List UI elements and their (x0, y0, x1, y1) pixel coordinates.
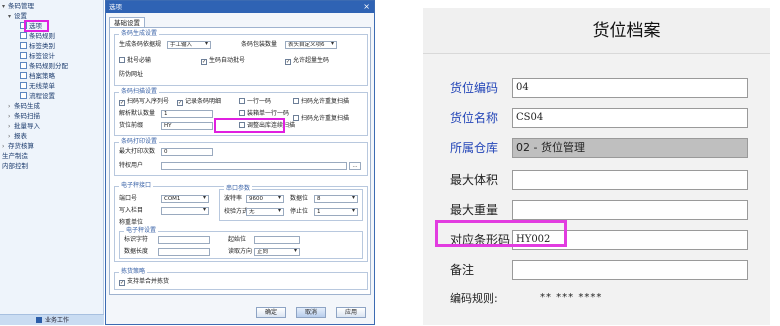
scan-serial-checkbox[interactable]: ✓ 扫码写入序列号 (119, 98, 169, 106)
dialog-title: 选项 (106, 1, 374, 13)
options-dialog: 选项 × 基础设置 条码生成设置 生成条码依据规 手工输入 条码包装数量 表头自… (105, 0, 375, 325)
nav-tree: ▾ 条码管理 ▾ 设置 选项 条码规则 标签类别 标签设计 条码规则分配 档案策略 … (0, 0, 104, 325)
parse-qty-input[interactable]: 1 (161, 110, 213, 118)
cancel-button[interactable]: 取消 (296, 307, 326, 318)
close-icon[interactable]: × (363, 1, 370, 13)
tree-item-batch-import[interactable]: › 批量导入 (8, 121, 40, 131)
overflow-checkbox[interactable]: ✓ 允许超量生码 (285, 57, 329, 65)
dialog-body: 条码生成设置 生成条码依据规 手工输入 条码包装数量 表头自定义项6 批号必输 … (109, 27, 371, 295)
rule-select[interactable]: 手工输入 (167, 41, 211, 49)
doc-icon (20, 42, 27, 49)
browse-button[interactable]: ... (349, 162, 361, 170)
tree-item-internal-control[interactable]: 内部控制 (2, 161, 28, 171)
box-one-line-checkbox[interactable]: 装箱单一行一码 (239, 110, 289, 118)
port-select[interactable]: COM1 (161, 195, 209, 203)
doc-icon (20, 72, 27, 79)
allow-repeat-checkbox[interactable]: 扫码允许重复扫描 (293, 98, 349, 106)
doc-icon (20, 32, 27, 39)
location-code-input[interactable]: 04 (512, 78, 748, 98)
location-archive-form: 货位档案 货位编码 04 货位名称 CS04 所属仓库 02 - 货位管理 最大… (413, 0, 780, 325)
tree-item-rule-assign[interactable]: 条码规则分配 (20, 61, 68, 71)
apply-button[interactable]: 应用 (336, 307, 366, 318)
tree-item-barcode-rule[interactable]: 条码规则 (20, 31, 55, 41)
coding-rule-label: 编码规则: (450, 292, 498, 305)
ok-button[interactable]: 确定 (256, 307, 286, 318)
stop-bits-select[interactable]: 1 (314, 208, 358, 216)
group-scale-settings: 电子秤设置 标识字符 起始位 数据长度 读取方向 正向 (119, 227, 363, 259)
warehouse-label: 所属仓库 (450, 141, 499, 155)
tree-item-label-design[interactable]: 标签设计 (20, 51, 55, 61)
group-serial-params: 串口参数 波特率 9600 数据位 8 校验方式 无 停止位 1 (219, 185, 363, 221)
position-prefix-input[interactable]: HY (161, 122, 213, 130)
highlight-box-barcode (435, 220, 567, 247)
start-bit-input[interactable] (254, 236, 300, 244)
location-name-label: 货位名称 (450, 111, 499, 125)
remark-label: 备注 (450, 263, 475, 277)
batch-checkbox[interactable]: 批号必输 (119, 57, 151, 65)
highlight-box-options (24, 20, 49, 32)
tree-item-barcode-gen[interactable]: › 条码生成 (8, 101, 40, 111)
mark-char-input[interactable] (158, 236, 210, 244)
max-volume-input[interactable] (512, 170, 748, 190)
location-name-input[interactable]: CS04 (512, 108, 748, 128)
tree-item-label-category[interactable]: 标签类别 (20, 41, 55, 51)
coding-rule-value: ** *** **** (540, 292, 603, 303)
doc-icon (20, 82, 27, 89)
group-picking-strategy: 拣货策略 ✓ 支持单合并拣货 (114, 268, 368, 290)
merge-picking-checkbox[interactable]: ✓ 支持单合并拣货 (119, 278, 169, 286)
one-line-checkbox[interactable]: 一行一码 (239, 98, 271, 106)
qty-select[interactable]: 表头自定义项6 (285, 41, 337, 49)
record-detail-checkbox[interactable]: ✓ 记录条码明细 (177, 98, 221, 106)
data-bits-select[interactable]: 8 (314, 195, 358, 203)
doc-icon (20, 92, 27, 99)
warehouse-select[interactable]: 02 - 货位管理 (512, 138, 748, 158)
tab-basic-settings[interactable]: 基础设置 (109, 17, 145, 27)
tree-item-reports[interactable]: › 报表 (8, 131, 27, 141)
group-barcode-print: 条码打印设置 最大打印次数 0 特权用户 ... (114, 138, 368, 176)
tree-item-barcode-scan[interactable]: › 条码扫描 (8, 111, 40, 121)
tree-item-archive-strategy[interactable]: 档案策略 (20, 71, 55, 81)
group-barcode-gen: 条码生成设置 生成条码依据规 手工输入 条码包装数量 表头自定义项6 批号必输 … (114, 30, 368, 86)
dup-scan-checkbox[interactable]: 扫码允许重复扫描 (293, 115, 349, 123)
tree-item-production[interactable]: 生产制造 (2, 151, 28, 161)
highlight-box-position-prefix (214, 118, 285, 133)
max-weight-input[interactable] (512, 200, 748, 220)
read-direction-select[interactable]: 正向 (254, 248, 300, 256)
page-title: 货位档案 (423, 8, 770, 54)
tree-item-flow-settings[interactable]: 流程设置 (20, 91, 55, 101)
doc-icon (20, 62, 27, 69)
tree-item-inventory-accounting[interactable]: › 存货核算 (2, 141, 34, 151)
data-length-input[interactable] (158, 248, 210, 256)
parity-select[interactable]: 无 (246, 208, 284, 216)
privileged-user-input[interactable] (161, 162, 347, 170)
business-icon (36, 317, 42, 323)
doc-icon (20, 52, 27, 59)
remark-input[interactable] (512, 260, 748, 280)
max-print-input[interactable]: 0 (161, 148, 213, 156)
max-weight-label: 最大重量 (450, 203, 499, 217)
baud-select[interactable]: 9600 (246, 195, 284, 203)
business-work-tab[interactable]: 业务工作 (0, 314, 104, 325)
location-code-label: 货位编码 (450, 81, 499, 95)
group-scale-interface: 电子秤接口 端口号 COM1 写入栏目 称重单位 串口参数 波特率 9600 数… (114, 182, 368, 262)
max-volume-label: 最大体积 (450, 173, 499, 187)
tree-item-wireless-menu[interactable]: 无线菜单 (20, 81, 55, 91)
auto-batch-checkbox[interactable]: ✓ 生码自动批号 (201, 57, 245, 65)
write-column-select[interactable] (161, 207, 209, 215)
tree-item-barcode-mgmt[interactable]: ▾ 条码管理 (2, 1, 34, 11)
